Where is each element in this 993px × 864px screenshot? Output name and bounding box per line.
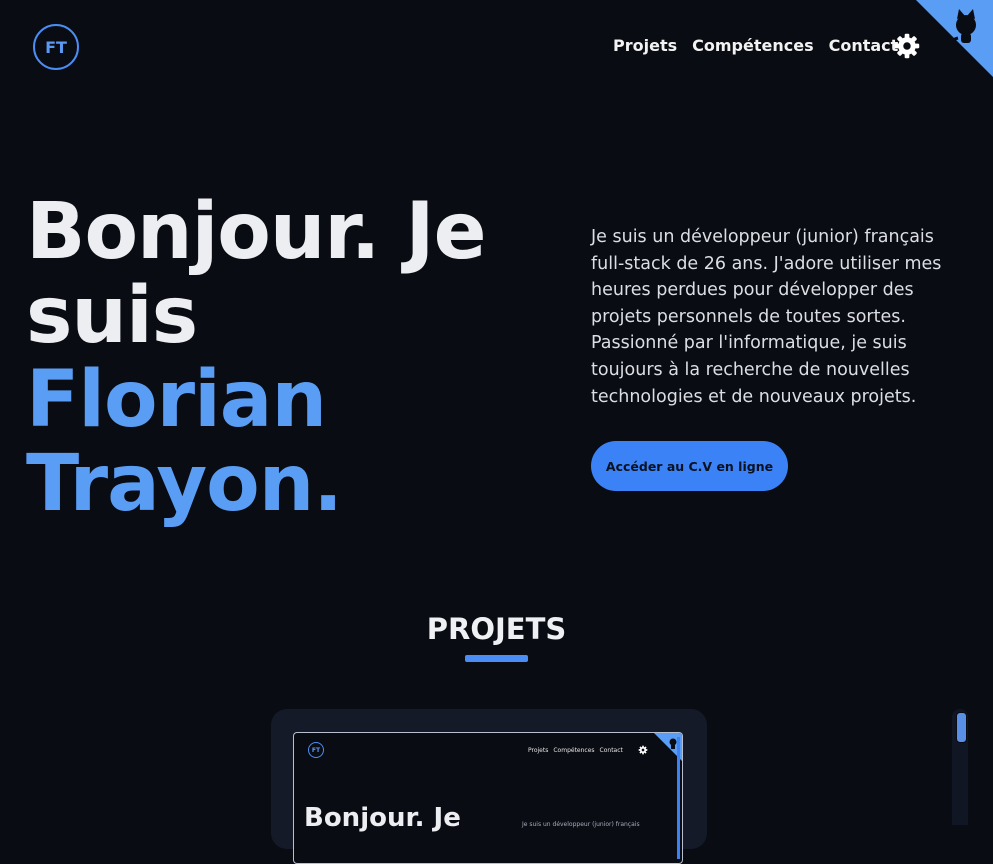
nav-link-competences[interactable]: Compétences xyxy=(692,36,813,55)
preview-scroll-rail xyxy=(677,737,680,859)
nav-link-projets[interactable]: Projets xyxy=(613,36,677,55)
project-card[interactable]: FT Projets Compétences Contact Bonjour. … xyxy=(271,709,707,864)
preview-gear-icon xyxy=(638,745,648,755)
intro-paragraph: Je suis un développeur (junior) français… xyxy=(591,227,942,407)
preview-nav-item: Projets xyxy=(528,747,549,754)
nav-link-contact[interactable]: Contact xyxy=(829,36,899,55)
carousel-scroll-thumb[interactable] xyxy=(956,712,967,743)
preview-hero-title: Bonjour. Je xyxy=(304,803,461,833)
preview-logo: FT xyxy=(308,742,324,758)
hero-line-2: suis xyxy=(26,271,198,361)
github-corner-icon[interactable] xyxy=(916,0,993,77)
cv-button[interactable]: Accéder au C.V en ligne xyxy=(591,441,788,491)
hero-title: Bonjour. Je suis Florian Trayon. xyxy=(26,190,496,526)
section-title-underline xyxy=(465,655,528,662)
preview-nav-item: Compétences xyxy=(553,747,595,754)
preview-nav: Projets Compétences Contact xyxy=(528,747,623,754)
preview-nav-item: Contact xyxy=(599,747,623,754)
project-preview-screenshot: FT Projets Compétences Contact Bonjour. … xyxy=(293,732,683,864)
site-logo[interactable]: FT xyxy=(33,24,79,70)
hero-name-first: Florian xyxy=(26,355,327,445)
hero-name-last: Trayon. xyxy=(26,439,343,529)
hero-line-1: Bonjour. Je xyxy=(26,187,486,277)
main-nav: Projets Compétences Contact xyxy=(613,36,898,55)
projects-section-title: PROJETS xyxy=(426,612,567,646)
